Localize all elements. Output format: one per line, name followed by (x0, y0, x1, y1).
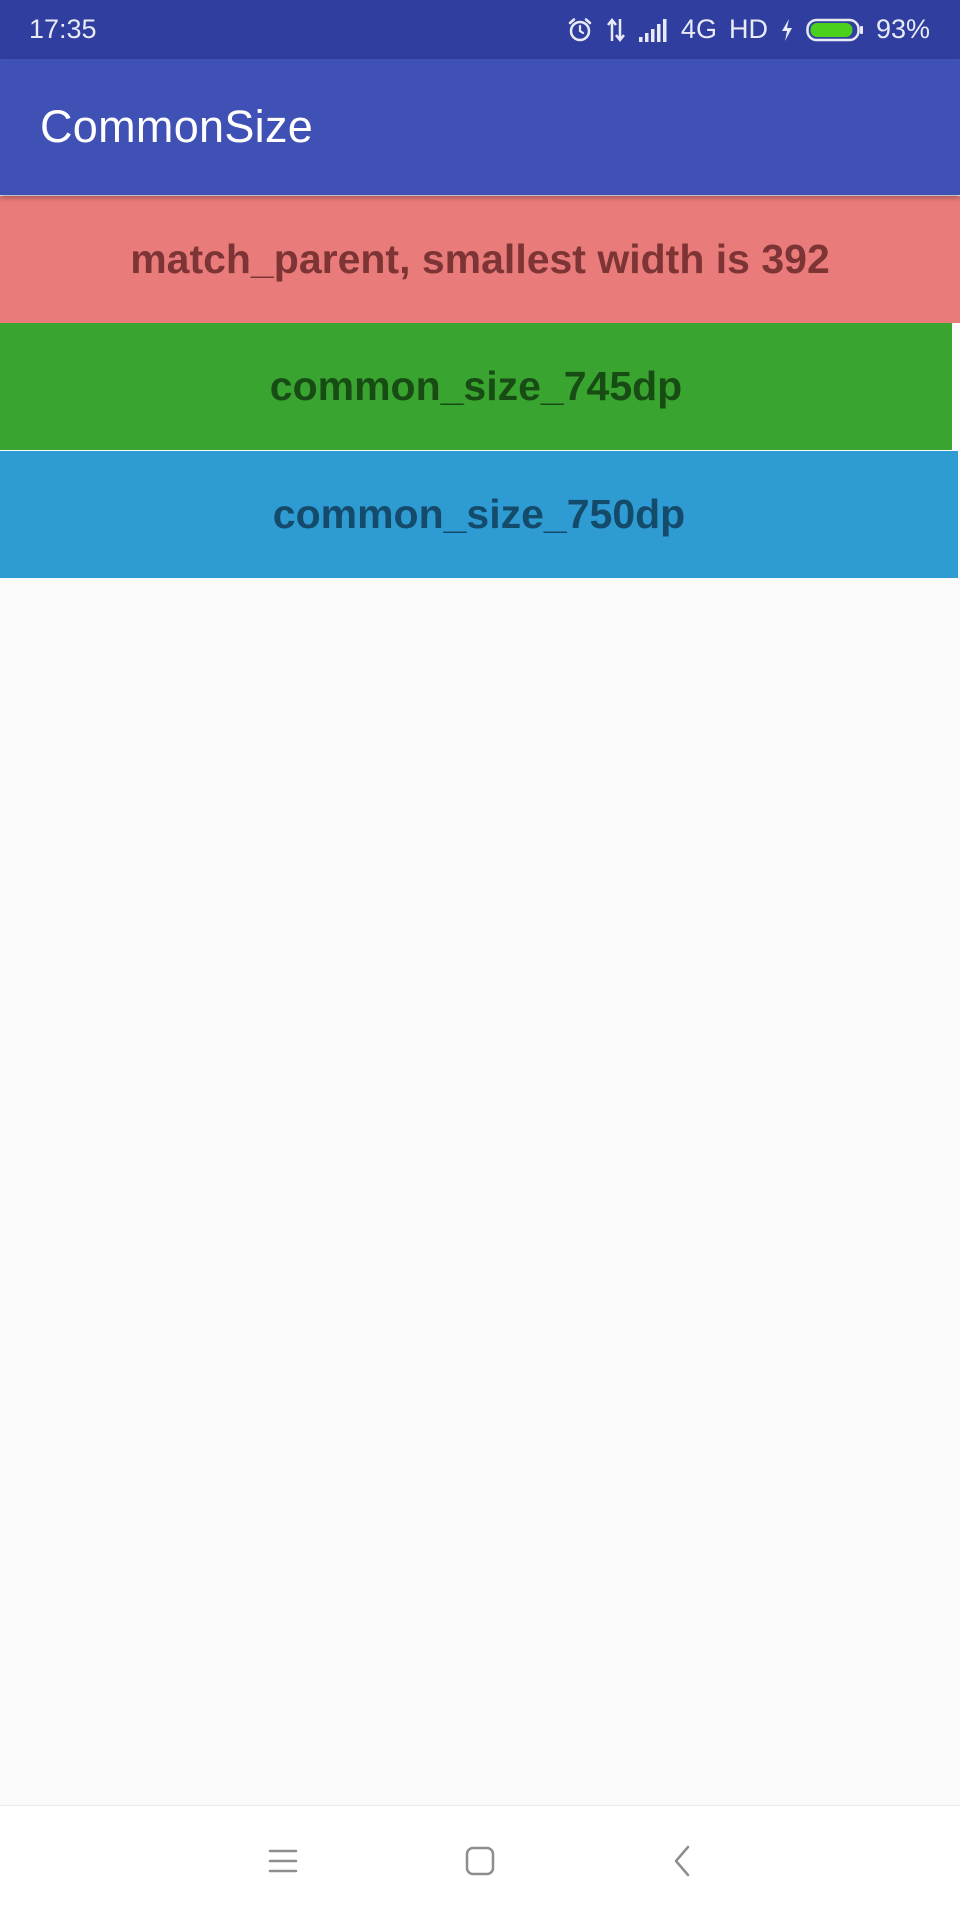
app-title: CommonSize (40, 101, 314, 152)
bar-label: match_parent, smallest width is 392 (130, 236, 830, 282)
alarm-icon (567, 17, 593, 43)
back-button[interactable] (637, 1806, 727, 1920)
bar-common-size-750dp: common_size_750dp (0, 451, 958, 578)
battery-icon (806, 18, 864, 42)
screen: 17:35 4G HD 93% CommonSize match_parent,… (0, 0, 960, 1920)
status-time: 17:35 (29, 14, 97, 44)
bar-label: common_size_750dp (272, 491, 686, 537)
status-icons: 4G HD 93% (567, 0, 930, 59)
back-icon (672, 1845, 692, 1882)
data-transfer-icon (605, 17, 627, 43)
signal-icon (638, 18, 669, 42)
menu-icon (268, 1848, 298, 1879)
bar-label: common_size_745dp (269, 363, 683, 409)
battery-percent: 93% (875, 14, 930, 44)
status-bar: 17:35 4G HD 93% (0, 0, 960, 59)
home-button[interactable] (435, 1806, 525, 1920)
app-bar: CommonSize (0, 59, 960, 195)
hd-indicator: HD (728, 14, 768, 44)
menu-button[interactable] (238, 1806, 328, 1920)
charging-icon (780, 18, 794, 42)
home-icon (465, 1846, 495, 1881)
bar-match-parent: match_parent, smallest width is 392 (0, 196, 960, 323)
bar-common-size-745dp: common_size_745dp (0, 323, 952, 450)
navigation-bar (0, 1805, 960, 1920)
network-type: 4G (680, 14, 717, 44)
